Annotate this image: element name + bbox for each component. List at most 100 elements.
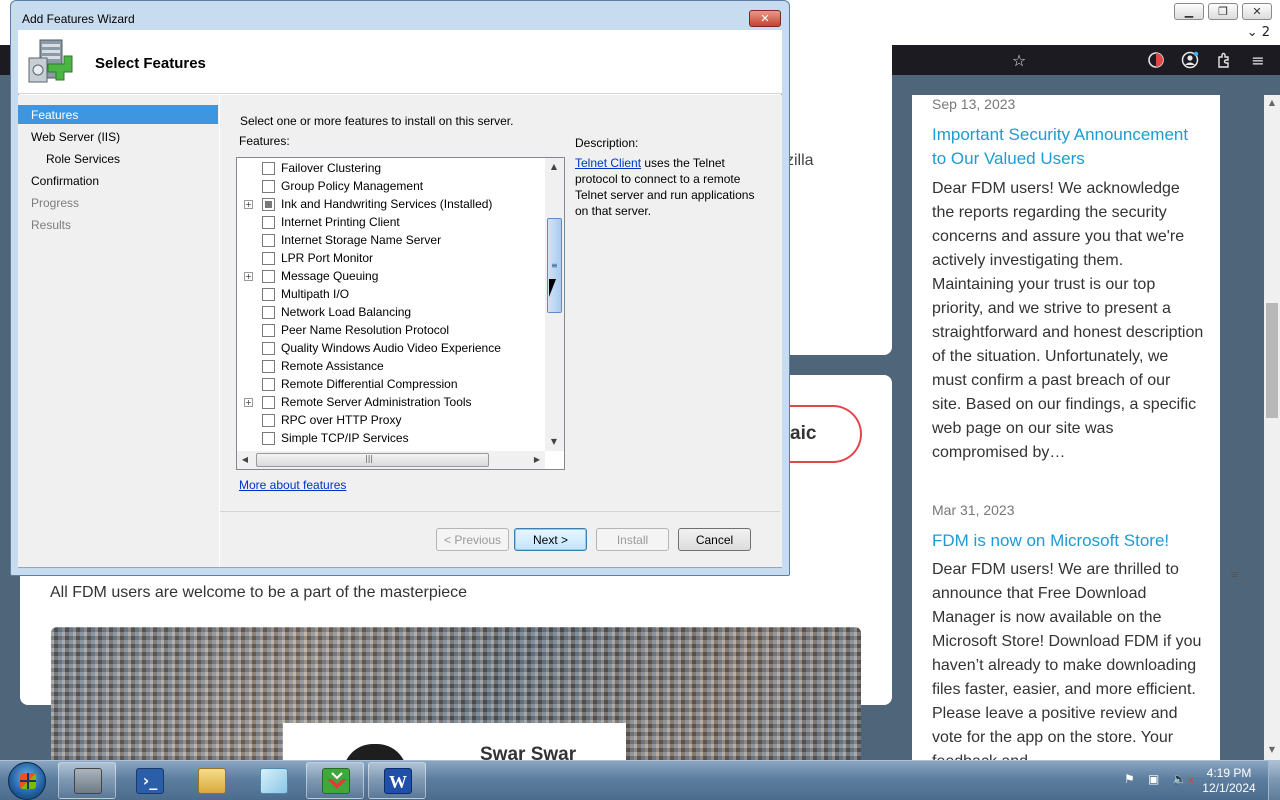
taskbar-notepad[interactable] <box>244 762 302 799</box>
feature-checkbox[interactable] <box>262 252 275 265</box>
wizard-page-title: Select Features <box>95 55 206 72</box>
wizard-close-button[interactable]: ✕ <box>749 10 781 27</box>
menu-icon[interactable]: ≡ <box>1248 50 1268 70</box>
feature-row[interactable]: + Remote Server Administration Tools <box>237 393 547 411</box>
feature-checkbox[interactable] <box>262 216 275 229</box>
feature-checkbox[interactable] <box>262 342 275 355</box>
feature-label: Internet Storage Name Server <box>281 233 442 247</box>
feature-row[interactable]: Remote Assistance <box>237 357 547 375</box>
taskbar-clock[interactable]: 4:19 PM 12/1/2024 <box>1196 766 1262 796</box>
feature-row[interactable]: RPC over HTTP Proxy <box>237 411 547 429</box>
page-scrollbar[interactable] <box>1264 95 1280 760</box>
scroll-down-arrow-icon[interactable]: ▼ <box>1266 745 1278 757</box>
features-list-scroll-thumb[interactable]: ≡ <box>547 218 562 313</box>
account-icon[interactable] <box>1180 50 1200 70</box>
close-button[interactable]: ✕ <box>1242 3 1272 20</box>
next-button[interactable]: Next > <box>514 528 587 551</box>
page-scrollbar-thumb[interactable] <box>1266 303 1278 418</box>
taskbar-powershell[interactable]: ›_ <box>120 762 178 799</box>
features-list-hscroll-thumb[interactable]: ||| <box>256 453 489 467</box>
feature-row[interactable]: + Message Queuing <box>237 267 547 285</box>
restore-button[interactable]: ❐ <box>1208 3 1238 20</box>
start-button[interactable] <box>8 762 46 800</box>
feature-row[interactable]: Failover Clustering <box>237 159 547 177</box>
scroll-left-arrow-icon[interactable]: ◀ <box>238 453 252 467</box>
description-label: Description: <box>575 136 639 150</box>
feature-label: Network Load Balancing <box>281 305 412 319</box>
install-button[interactable]: Install <box>596 528 669 551</box>
features-list[interactable]: Failover Clustering Group Policy Manageme… <box>236 157 565 470</box>
expand-icon[interactable]: + <box>244 272 253 281</box>
feature-row[interactable]: Group Policy Management <box>237 177 547 195</box>
feature-label: RPC over HTTP Proxy <box>281 413 402 427</box>
expand-icon[interactable]: + <box>244 200 253 209</box>
tab-list-button[interactable]: ⌄ 2 <box>1247 25 1270 40</box>
network-icon[interactable]: ▣ <box>1148 772 1159 786</box>
volume-muted-icon[interactable]: 🔈✕ <box>1172 772 1195 786</box>
feature-row[interactable]: LPR Port Monitor <box>237 249 547 267</box>
feature-checkbox[interactable] <box>262 288 275 301</box>
taskbar-file-explorer[interactable] <box>182 762 240 799</box>
feature-row[interactable]: Internet Printing Client <box>237 213 547 231</box>
feature-row[interactable]: Remote Differential Compression <box>237 375 547 393</box>
feature-checkbox[interactable] <box>262 162 275 175</box>
feature-row[interactable]: + Ink and Handwriting Services (Installed… <box>237 195 547 213</box>
feature-description: Telnet Client uses the Telnet protocol t… <box>575 155 760 219</box>
welcome-text: All FDM users are welcome to be a part o… <box>50 584 468 601</box>
feature-checkbox[interactable] <box>262 234 275 247</box>
notepad-icon <box>260 768 288 794</box>
feature-row[interactable]: Simple TCP/IP Services <box>237 429 547 447</box>
cancel-button[interactable]: Cancel <box>678 528 751 551</box>
feature-label: Quality Windows Audio Video Experience <box>281 341 501 355</box>
clock-date: 12/1/2024 <box>1202 781 1256 795</box>
wizard-separator <box>220 511 780 512</box>
word-icon: W <box>384 768 412 794</box>
scroll-down-arrow-icon[interactable]: ▼ <box>547 435 561 449</box>
telnet-client-link[interactable]: Telnet Client <box>575 156 641 170</box>
nav-step-confirmation[interactable]: Confirmation <box>31 174 99 188</box>
feature-checkbox[interactable] <box>262 378 275 391</box>
taskbar-word[interactable]: W <box>368 762 426 799</box>
scroll-up-arrow-icon[interactable]: ▲ <box>547 160 561 174</box>
nav-step-role-services[interactable]: Role Services <box>46 152 120 166</box>
feature-checkbox[interactable] <box>262 306 275 319</box>
news-title-link[interactable]: Important Security Announcement to Our V… <box>932 123 1204 171</box>
news-title-link[interactable]: FDM is now on Microsoft Store! <box>932 529 1204 553</box>
action-center-flag-icon[interactable]: ⚑ <box>1124 772 1135 786</box>
feature-checkbox[interactable] <box>262 270 275 283</box>
taskbar-fdm[interactable] <box>306 762 364 799</box>
feature-checkbox[interactable] <box>262 432 275 445</box>
star-icon[interactable]: ☆ <box>1009 50 1029 70</box>
feature-checkbox[interactable] <box>262 360 275 373</box>
feature-label: Multipath I/O <box>281 287 350 301</box>
extension-status-icon[interactable] <box>1146 50 1166 70</box>
feature-label: Remote Assistance <box>281 359 384 373</box>
feature-label: Message Queuing <box>281 269 379 283</box>
feature-row[interactable]: Quality Windows Audio Video Experience <box>237 339 547 357</box>
powershell-icon: ›_ <box>136 768 164 794</box>
feature-checkbox[interactable] <box>262 180 275 193</box>
expand-icon[interactable]: + <box>244 398 253 407</box>
extensions-icon[interactable] <box>1214 50 1234 70</box>
feature-row[interactable]: Peer Name Resolution Protocol <box>237 321 547 339</box>
scroll-right-arrow-icon[interactable]: ▶ <box>530 453 544 467</box>
feature-row[interactable]: Network Load Balancing <box>237 303 547 321</box>
previous-button[interactable]: < Previous <box>436 528 509 551</box>
feature-checkbox[interactable] <box>262 396 275 409</box>
nav-step-web-server[interactable]: Web Server (IIS) <box>31 130 120 144</box>
feature-row[interactable]: Internet Storage Name Server <box>237 231 547 249</box>
more-about-features-link[interactable]: More about features <box>239 478 346 492</box>
feature-checkbox[interactable] <box>262 198 275 211</box>
nav-step-features[interactable]: Features <box>31 108 78 122</box>
feature-label: Failover Clustering <box>281 161 382 175</box>
feature-row[interactable]: Multipath I/O <box>237 285 547 303</box>
nav-step-progress: Progress <box>31 196 80 210</box>
feature-label: Group Policy Management <box>281 179 424 193</box>
feature-checkbox[interactable] <box>262 414 275 427</box>
fdm-icon <box>322 768 350 794</box>
minimize-button[interactable]: ▁ <box>1174 3 1204 20</box>
scroll-up-arrow-icon[interactable]: ▲ <box>1266 98 1278 110</box>
show-desktop-button[interactable] <box>1268 761 1280 800</box>
feature-checkbox[interactable] <box>262 324 275 337</box>
taskbar-server-manager[interactable] <box>58 762 116 799</box>
